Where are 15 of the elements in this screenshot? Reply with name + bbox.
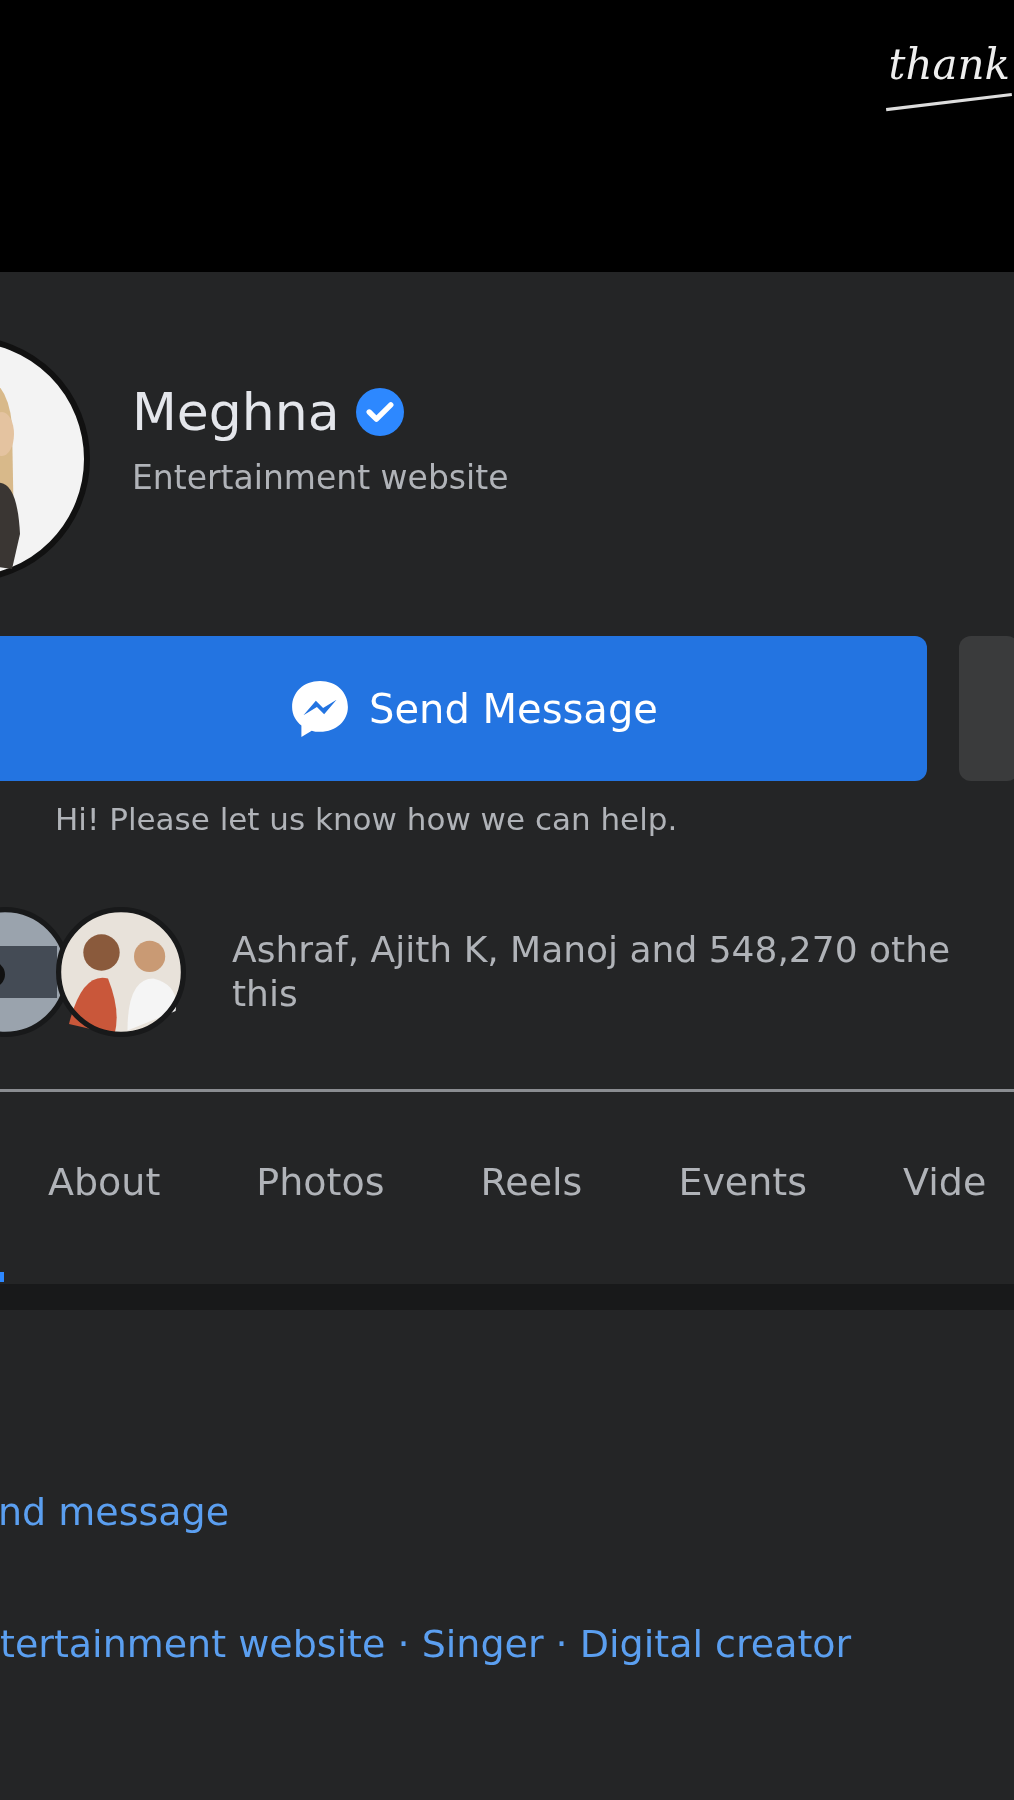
tab[interactable]: Vide: [903, 1160, 987, 1204]
page-category: Entertainment website: [132, 457, 509, 497]
tab[interactable]: Reels: [480, 1160, 583, 1204]
likes-text: Ashraf, Ajith K, Manoj and 548,270 othe: [232, 928, 951, 972]
category-links[interactable]: tertainment website · Singer · Digital creator: [0, 1622, 1014, 1666]
likes-text: this: [232, 972, 299, 1016]
send-message-link[interactable]: nd message: [0, 1490, 1014, 1534]
tab[interactable]: Photos: [256, 1160, 385, 1204]
tab[interactable]: About: [48, 1160, 161, 1204]
page-name: Meghna: [132, 381, 340, 442]
send-message-button[interactable]: Send Message: [0, 636, 927, 781]
greeting-text: Hi! Please let us know how we can help.: [55, 801, 679, 837]
handwritten-text: thank: [888, 40, 1010, 89]
tab[interactable]: Events: [678, 1160, 808, 1204]
tab-indicator: [0, 1272, 4, 1282]
